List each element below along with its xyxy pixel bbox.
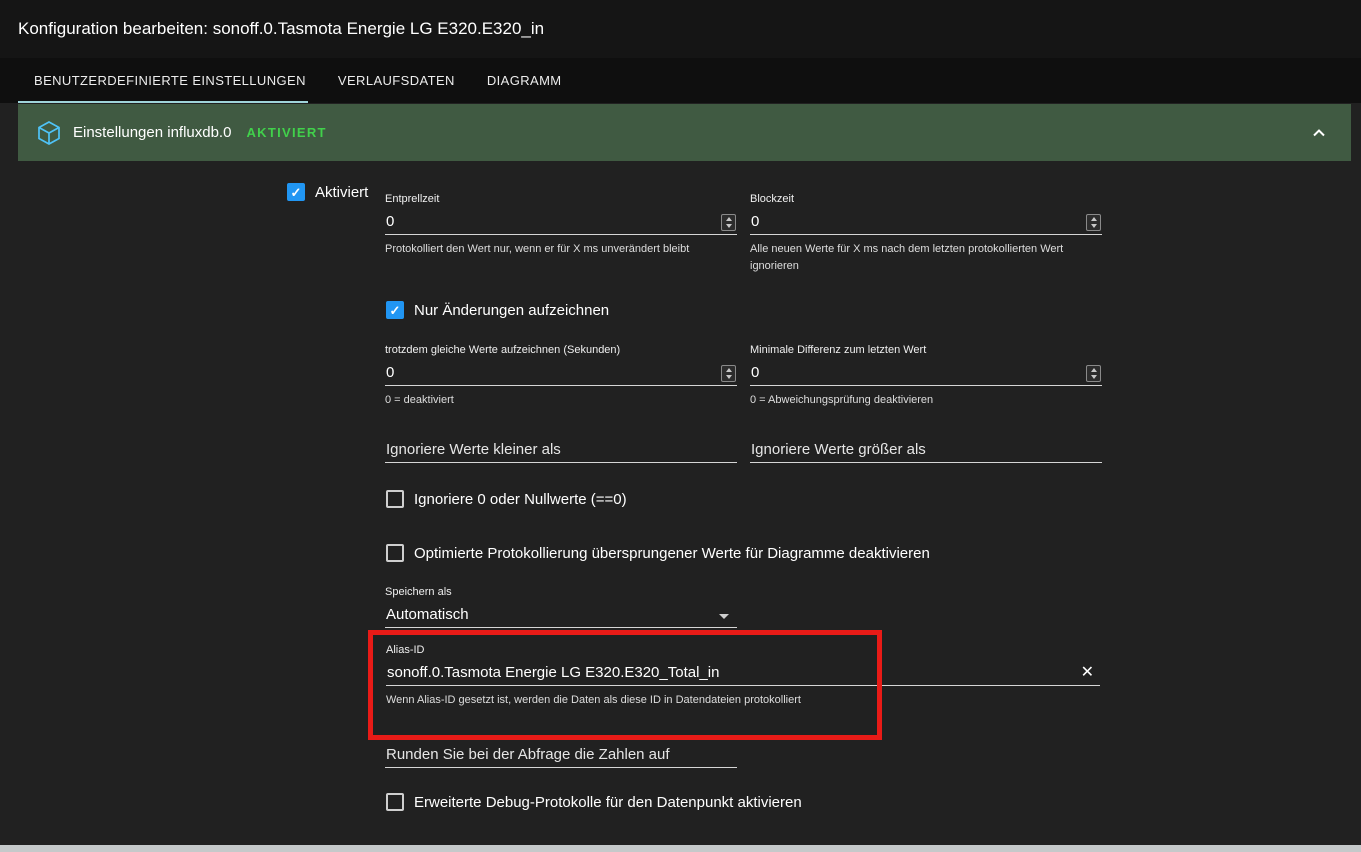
ignore-zero-checkbox-row[interactable]: ✓ Ignoriere 0 oder Nullwerte (==0) (386, 490, 627, 508)
blocktime-help: Alle neuen Werte für X ms nach dem letzt… (750, 241, 1102, 275)
active-tab-indicator (18, 101, 308, 103)
min-diff-label: Minimale Differenz zum letzten Wert (750, 344, 1102, 356)
debounce-input[interactable] (385, 213, 737, 234)
alias-label: Alias-ID (386, 644, 1100, 656)
bottom-bar (0, 845, 1361, 852)
alias-input[interactable] (386, 664, 1100, 685)
disable-skipped-checkbox-row[interactable]: ✓ Optimierte Protokollierung übersprunge… (386, 544, 930, 562)
min-diff-field: Minimale Differenz zum letzten Wert 0 = … (750, 344, 1102, 409)
dialog-titlebar: Konfiguration bearbeiten: sonoff.0.Tasmo… (0, 0, 1361, 58)
disable-skipped-label: Optimierte Protokollierung übersprungene… (414, 545, 930, 562)
ignore-below-field (385, 438, 737, 463)
min-diff-input[interactable] (750, 364, 1102, 385)
blocktime-label: Blockzeit (750, 193, 1102, 205)
number-spinner[interactable] (1086, 365, 1101, 382)
check-icon: ✓ (291, 186, 302, 199)
changes-only-label: Nur Änderungen aufzeichnen (414, 302, 609, 319)
alias-help: Wenn Alias-ID gesetzt ist, werden die Da… (386, 692, 1100, 709)
ignore-above-input[interactable] (750, 441, 1102, 462)
debug-checkbox-row[interactable]: ✓ Erweiterte Debug-Protokolle für den Da… (386, 793, 802, 811)
debounce-field: Entprellzeit Protokolliert den Wert nur,… (385, 193, 737, 258)
number-spinner[interactable] (721, 365, 736, 382)
round-field (385, 743, 737, 768)
number-spinner[interactable] (721, 214, 736, 231)
dropdown-arrow-icon (719, 614, 729, 619)
storage-type-value: Automatisch (385, 606, 469, 627)
log-equal-interval-field: trotzdem gleiche Werte aufzeichnen (Seku… (385, 344, 737, 409)
enabled-label: Aktiviert (315, 184, 368, 201)
ignore-zero-checkbox[interactable]: ✓ (386, 490, 404, 508)
dialog-title: Konfiguration bearbeiten: sonoff.0.Tasmo… (18, 19, 544, 39)
influxdb-settings-header[interactable]: Einstellungen influxdb.0 AKTIVIERT (18, 104, 1351, 161)
tab-bar: BENUTZERDEFINIERTE EINSTELLUNGEN VERLAUF… (0, 58, 1361, 103)
chevron-up-icon[interactable] (1307, 121, 1331, 145)
number-spinner[interactable] (1086, 214, 1101, 231)
influxdb-icon (36, 120, 62, 146)
blocktime-field: Blockzeit Alle neuen Werte für X ms nach… (750, 193, 1102, 275)
tab-custom-settings[interactable]: BENUTZERDEFINIERTE EINSTELLUNGEN (18, 58, 322, 103)
tab-chart[interactable]: DIAGRAMM (471, 58, 578, 103)
debounce-help: Protokolliert den Wert nur, wenn er für … (385, 241, 737, 258)
check-icon: ✓ (390, 304, 401, 317)
changes-only-checkbox[interactable]: ✓ (386, 301, 404, 319)
alias-field: Alias-ID ✕ Wenn Alias-ID gesetzt ist, we… (386, 644, 1100, 709)
enabled-checkbox-row[interactable]: ✓ Aktiviert (287, 183, 368, 201)
log-equal-interval-help: 0 = deaktiviert (385, 392, 737, 409)
tab-history-data[interactable]: VERLAUFSDATEN (322, 58, 471, 103)
enabled-checkbox[interactable]: ✓ (287, 183, 305, 201)
round-input[interactable] (385, 746, 737, 767)
disable-skipped-checkbox[interactable]: ✓ (386, 544, 404, 562)
min-diff-help: 0 = Abweichungsprüfung deaktivieren (750, 392, 1102, 409)
section-title: Einstellungen influxdb.0 (73, 124, 231, 141)
storage-type-select[interactable]: Automatisch (385, 603, 737, 628)
debug-label: Erweiterte Debug-Protokolle für den Date… (414, 794, 802, 811)
debounce-label: Entprellzeit (385, 193, 737, 205)
changes-only-checkbox-row[interactable]: ✓ Nur Änderungen aufzeichnen (386, 301, 609, 319)
ignore-above-field (750, 438, 1102, 463)
ignore-zero-label: Ignoriere 0 oder Nullwerte (==0) (414, 491, 627, 508)
blocktime-input[interactable] (750, 213, 1102, 234)
storage-type-field: Speichern als Automatisch (385, 586, 737, 628)
clear-icon[interactable]: ✕ (1081, 665, 1094, 681)
debug-checkbox[interactable]: ✓ (386, 793, 404, 811)
log-equal-interval-label: trotzdem gleiche Werte aufzeichnen (Seku… (385, 344, 737, 356)
status-badge: AKTIVIERT (246, 125, 326, 140)
log-equal-interval-input[interactable] (385, 364, 737, 385)
ignore-below-input[interactable] (385, 441, 737, 462)
storage-type-label: Speichern als (385, 586, 737, 598)
